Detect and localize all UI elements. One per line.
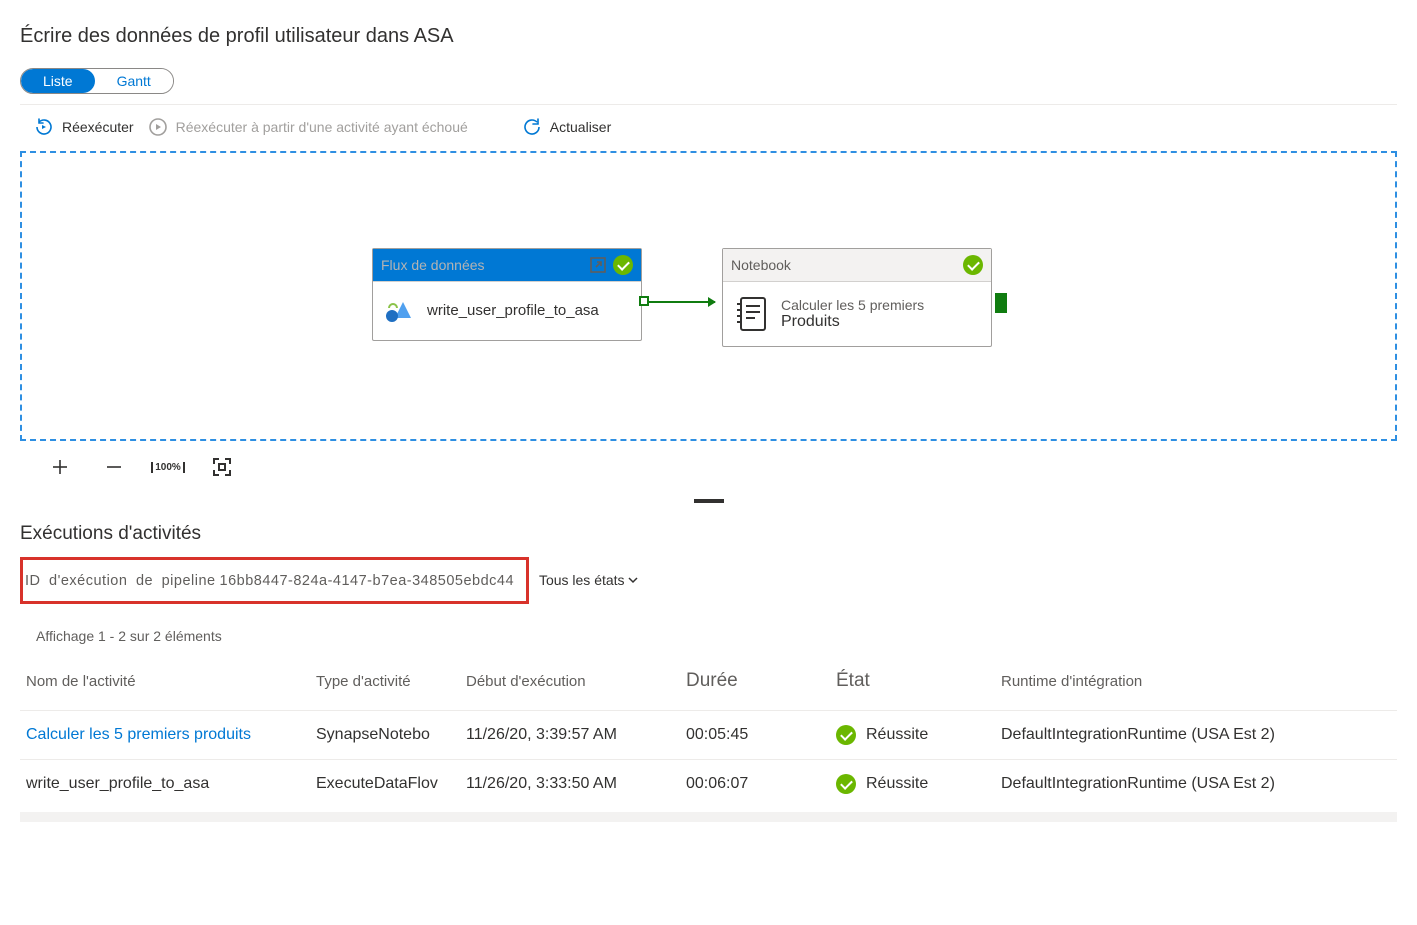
start-cell: 11/26/20, 3:39:57 AM xyxy=(460,711,680,760)
rerun-failed-icon xyxy=(148,117,168,137)
status-filter-dropdown[interactable]: Tous les états xyxy=(539,572,639,588)
rerun-failed-label: Réexécuter à partir d'une activité ayant… xyxy=(176,119,468,135)
start-cell: 11/26/20, 3:33:50 AM xyxy=(460,760,680,809)
view-gantt-button[interactable]: Gantt xyxy=(95,69,173,93)
output-handle[interactable] xyxy=(995,293,1007,313)
rerun-label: Réexécuter xyxy=(62,119,134,135)
canvas-tools: 100% xyxy=(20,441,1397,489)
refresh-icon xyxy=(522,117,542,137)
fit-screen-button[interactable] xyxy=(210,455,234,479)
zoom-out-button[interactable] xyxy=(102,455,126,479)
duration-cell: 00:05:45 xyxy=(680,711,830,760)
zoom-level-button[interactable]: 100% xyxy=(156,455,180,479)
runtime-cell: DefaultIntegrationRuntime (USA Est 2) xyxy=(995,760,1397,809)
horizontal-scrollbar[interactable] xyxy=(20,812,1397,822)
connector-arrow xyxy=(645,301,715,303)
duration-cell: 00:06:07 xyxy=(680,760,830,809)
col-activity-name[interactable]: Nom de l'activité xyxy=(20,660,310,711)
activity-type-label: Flux de données xyxy=(381,257,485,273)
rerun-button[interactable]: Réexécuter xyxy=(34,117,134,137)
success-icon xyxy=(963,255,983,275)
dataflow-icon xyxy=(383,294,417,328)
table-row: write_user_profile_to_asa ExecuteDataFlo… xyxy=(20,760,1397,809)
notebook-icon xyxy=(733,294,771,334)
success-icon xyxy=(613,255,633,275)
toolbar: Réexécuter Réexécuter à partir d'une act… xyxy=(20,104,1397,151)
col-status[interactable]: État xyxy=(830,660,995,711)
activity-type-label: Notebook xyxy=(731,257,791,273)
col-duration[interactable]: Durée xyxy=(680,660,830,711)
activity-runs-title: Exécutions d'activités xyxy=(20,523,1397,545)
run-id-highlight: ID d'exécution de pipeline 16bb8447-824a… xyxy=(20,557,529,604)
status-cell: Réussite xyxy=(830,711,995,760)
activity-subtitle: Calculer les 5 premiers xyxy=(781,297,924,313)
table-row: Calculer les 5 premiers produits Synapse… xyxy=(20,711,1397,760)
page-title: Écrire des données de profil utilisateur… xyxy=(20,25,1397,48)
open-icon[interactable] xyxy=(589,256,607,274)
success-icon xyxy=(836,774,856,794)
panel-drag-handle[interactable] xyxy=(694,499,724,503)
view-list-button[interactable]: Liste xyxy=(21,69,95,93)
chevron-down-icon xyxy=(627,574,639,586)
col-activity-type[interactable]: Type d'activité xyxy=(310,660,460,711)
run-id-label: ID d'exécution de pipeline xyxy=(25,573,216,589)
activity-type-cell: ExecuteDataFlov xyxy=(310,760,460,809)
activity-name: write_user_profile_to_asa xyxy=(427,302,599,320)
activity-dataflow[interactable]: Flux de données write_user_profile_to_as… xyxy=(372,248,642,341)
view-toggle: Liste Gantt xyxy=(20,68,174,94)
paging-info: Affichage 1 - 2 sur 2 éléments xyxy=(36,628,1397,644)
activity-notebook[interactable]: Notebook Calculer les 5 premiers Produit… xyxy=(722,248,992,347)
col-runtime[interactable]: Runtime d'intégration xyxy=(995,660,1397,711)
rerun-icon xyxy=(34,117,54,137)
run-id-value: 16bb8447-824a-4147-b7ea-348505ebdc44 xyxy=(220,573,515,589)
activity-name-cell: write_user_profile_to_asa xyxy=(20,760,310,809)
runtime-cell: DefaultIntegrationRuntime (USA Est 2) xyxy=(995,711,1397,760)
activity-runs-table: Nom de l'activité Type d'activité Début … xyxy=(20,660,1397,808)
success-icon xyxy=(836,725,856,745)
zoom-in-button[interactable] xyxy=(48,455,72,479)
status-filter-label: Tous les états xyxy=(539,572,625,588)
zoom-label: 100% xyxy=(151,462,185,473)
activity-type-cell: SynapseNotebo xyxy=(310,711,460,760)
pipeline-canvas[interactable]: Flux de données write_user_profile_to_as… xyxy=(20,151,1397,441)
rerun-failed-button: Réexécuter à partir d'une activité ayant… xyxy=(148,117,468,137)
status-cell: Réussite xyxy=(830,760,995,809)
refresh-label: Actualiser xyxy=(550,119,611,135)
refresh-button[interactable]: Actualiser xyxy=(522,117,611,137)
activity-name-link[interactable]: Calculer les 5 premiers produits xyxy=(20,711,310,760)
activity-title: Produits xyxy=(781,313,924,331)
col-start[interactable]: Début d'exécution xyxy=(460,660,680,711)
